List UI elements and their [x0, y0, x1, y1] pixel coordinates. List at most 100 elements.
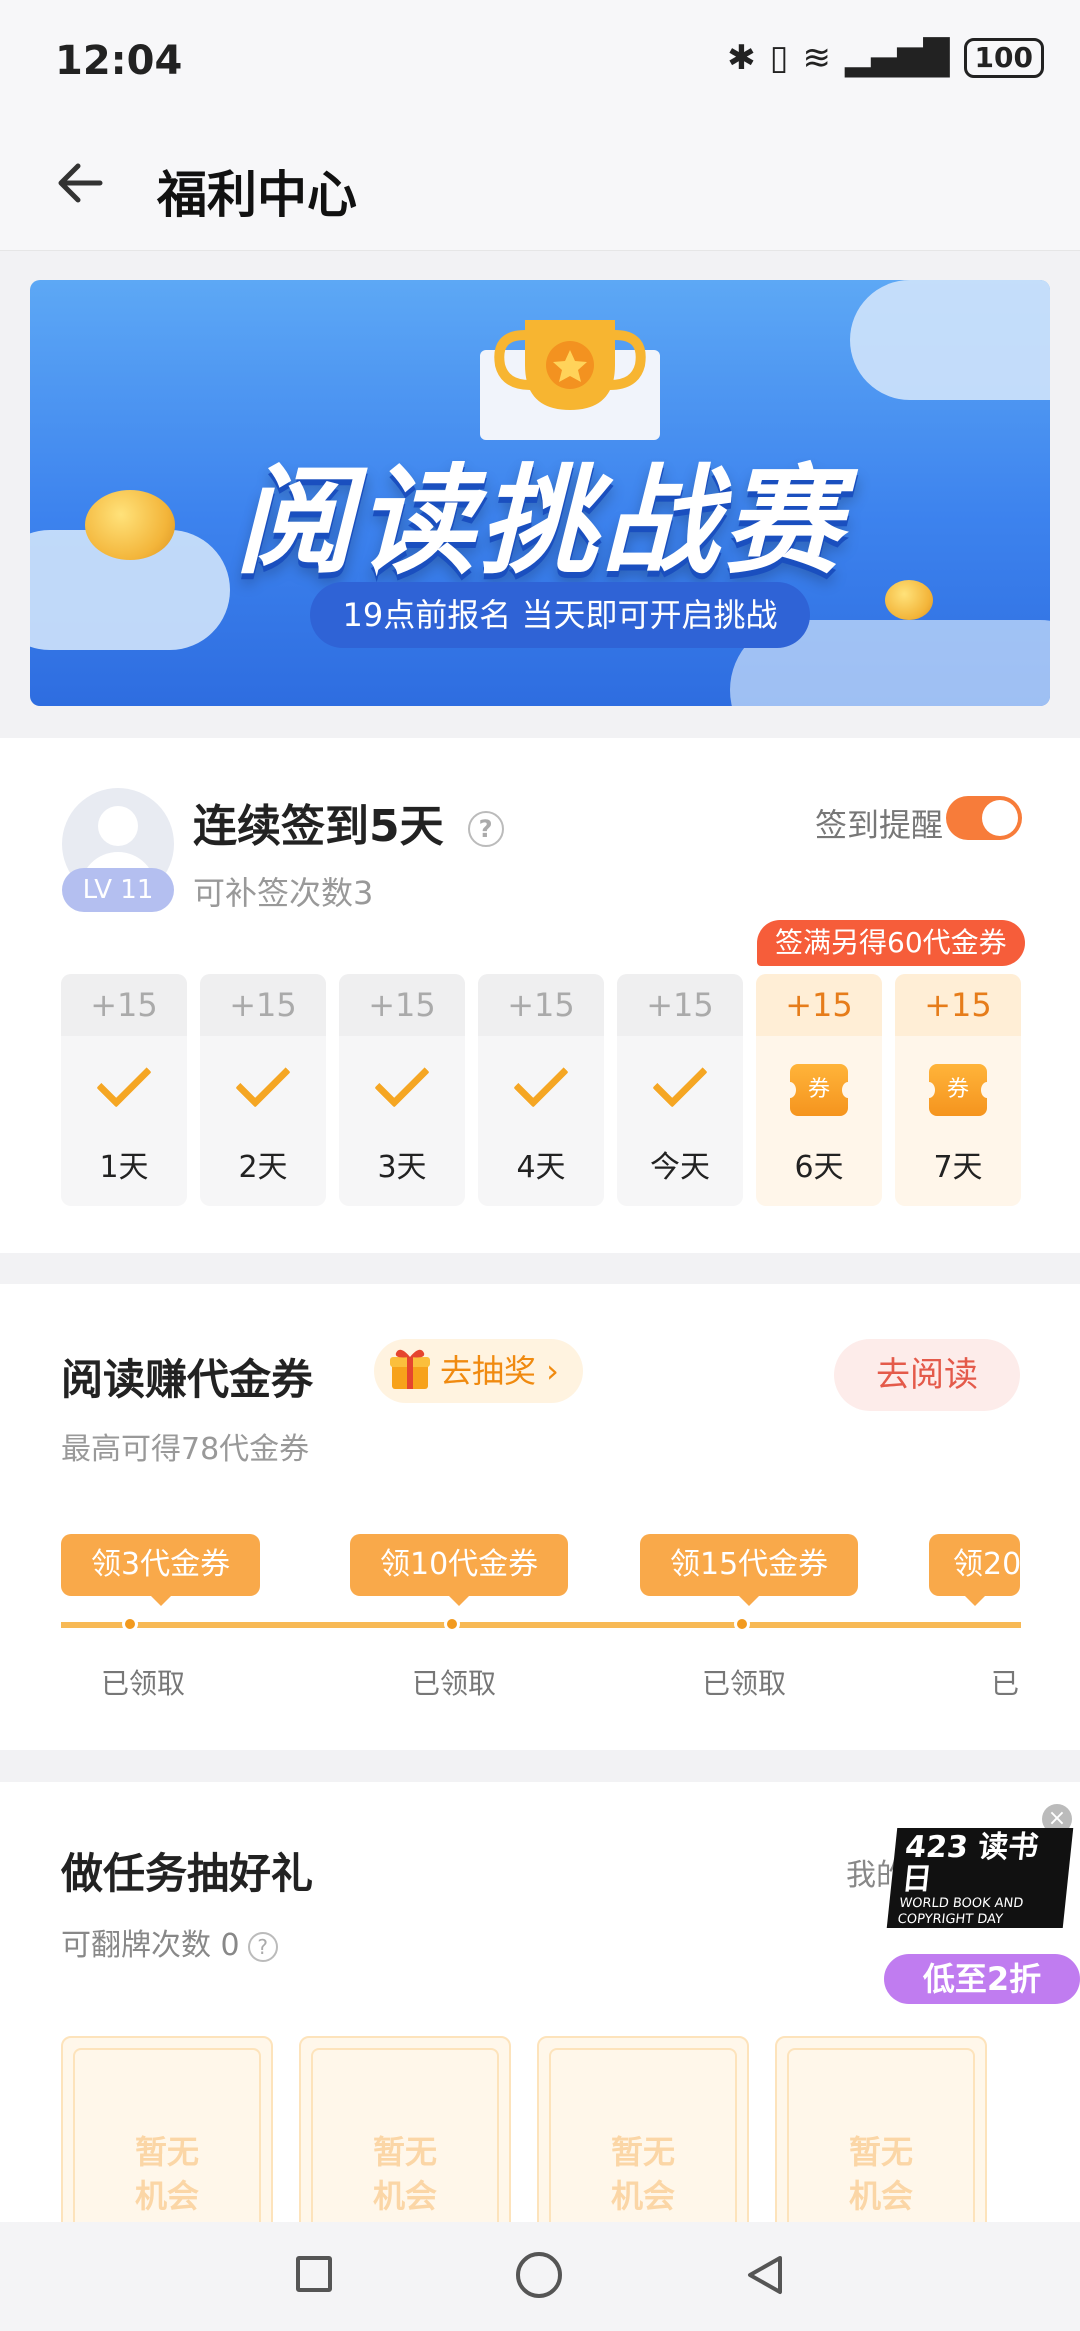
milestone-status: 已领取 — [412, 1667, 497, 1700]
check-icon — [652, 1052, 708, 1108]
promo-english: WORLD BOOK AND COPYRIGHT DAY — [896, 1896, 1025, 1927]
bluetooth-icon: ✱ — [727, 38, 756, 78]
signal-icon: ▂▄▆█ — [844, 38, 950, 78]
day-points: +15 — [61, 974, 187, 1036]
day-points: +15 — [895, 974, 1021, 1036]
flip-card-line: 机会 — [134, 2177, 199, 2215]
signin-title: 连续签到5天? — [193, 790, 504, 854]
flip-card-line: 暂无 — [848, 2133, 913, 2171]
check-icon — [513, 1052, 569, 1108]
milestone-tag: 领15代金券 — [640, 1534, 859, 1606]
flip-card-line: 暂无 — [610, 2133, 675, 2171]
gift-icon — [390, 1349, 430, 1389]
day-label: 今天 — [650, 1150, 710, 1185]
status-icons: ✱ ▯ ≋ ▂▄▆█ 100 — [727, 38, 1044, 78]
reading-card: 阅读赚代金券 去抽奖 › 去阅读 最高可得78代金券 领3代金券 已领取 领10… — [0, 1284, 1080, 1750]
milestone[interactable]: 领20 已 — [929, 1534, 1020, 1744]
help-icon[interactable]: ? — [247, 1931, 278, 1962]
coupon-ticket-icon: 券 — [784, 1064, 854, 1116]
book-day-promo[interactable]: × 423 读书日 WORLD BOOK AND COPYRIGHT DAY 低… — [884, 1804, 1080, 2004]
cloud-decoration — [850, 280, 1050, 400]
check-icon — [96, 1052, 152, 1108]
flip-count-text: 可翻牌次数 0 — [61, 1928, 240, 1963]
recents-icon[interactable] — [296, 2256, 332, 2292]
makeup-count: 可补签次数3 — [193, 874, 374, 912]
flip-card[interactable]: 暂无 机会 — [775, 2036, 987, 2226]
signin-day[interactable]: +15 4天 — [478, 974, 604, 1206]
home-icon[interactable] — [516, 2252, 562, 2298]
check-icon — [374, 1052, 430, 1108]
reading-title: 阅读赚代金券 — [61, 1355, 314, 1404]
reading-subtitle: 最高可得78代金券 — [61, 1432, 310, 1467]
flip-card-line: 暂无 — [134, 2133, 199, 2171]
signin-day[interactable]: +15 3天 — [339, 974, 465, 1206]
nav-back-icon[interactable] — [742, 2252, 788, 2298]
day-label: 4天 — [516, 1150, 566, 1185]
flip-card[interactable]: 暂无 机会 — [61, 2036, 273, 2226]
milestone[interactable]: 领15代金券 已领取 — [640, 1534, 859, 1700]
milestone[interactable]: 领3代金券 已领取 — [61, 1534, 261, 1700]
coupon-ticket-icon: 券 — [923, 1064, 993, 1116]
flip-card[interactable]: 暂无 机会 — [537, 2036, 749, 2226]
battery-indicator: 100 — [963, 38, 1044, 78]
milestone-tag: 领20 — [929, 1534, 1020, 1606]
go-read-button[interactable]: 去阅读 — [834, 1339, 1020, 1411]
reminder-toggle[interactable] — [946, 796, 1022, 840]
signin-card: LV 11 连续签到5天? 可补签次数3 签到提醒 签满另得60代金券 +15 … — [0, 738, 1080, 1253]
wifi-icon: ≋ — [802, 38, 831, 78]
milestone-status: 已领取 — [101, 1667, 186, 1700]
signin-day[interactable]: +15 券 7天 — [895, 974, 1021, 1206]
day-label: 2天 — [238, 1150, 288, 1185]
milestone-tag: 领10代金券 — [350, 1534, 569, 1606]
status-bar: 12:04 ✱ ▯ ≋ ▂▄▆█ 100 — [0, 0, 1080, 125]
milestone-status: 已 — [991, 1667, 1020, 1700]
signin-day[interactable]: +15 券 6天 — [756, 974, 882, 1206]
bonus-tag: 签满另得60代金券 — [757, 920, 1025, 966]
banner-subtitle: 19点前报名 当天即可开启挑战 — [310, 582, 810, 648]
promo-number: 423 — [903, 1830, 970, 1865]
back-arrow-icon[interactable] — [52, 153, 112, 213]
lottery-label: 去抽奖 › — [440, 1352, 559, 1390]
flip-card[interactable]: 暂无 机会 — [299, 2036, 511, 2226]
help-icon[interactable]: ? — [467, 811, 504, 847]
day-label: 3天 — [377, 1150, 427, 1185]
signin-day[interactable]: +15 今天 — [617, 974, 743, 1206]
milestone[interactable]: 领10代金券 已领取 — [350, 1534, 569, 1700]
day-label: 7天 — [933, 1150, 983, 1185]
flip-cards: 暂无机会 暂无机会 暂无机会 暂无机会 — [61, 2036, 987, 2226]
flip-card-line: 机会 — [848, 2177, 913, 2215]
day-points: +15 — [339, 974, 465, 1036]
milestone-tag: 领3代金券 — [61, 1534, 261, 1606]
promo-badge: 423 读书日 WORLD BOOK AND COPYRIGHT DAY — [886, 1828, 1074, 1928]
page-title: 福利中心 — [157, 166, 357, 224]
challenge-banner[interactable]: 阅读挑战赛 19点前报名 当天即可开启挑战 — [30, 280, 1050, 706]
day-points: +15 — [478, 974, 604, 1036]
check-icon — [235, 1052, 291, 1108]
signin-title-text: 连续签到5天 — [193, 801, 444, 852]
flip-count: 可翻牌次数 0? — [61, 1920, 278, 1964]
day-points: +15 — [200, 974, 326, 1036]
day-points: +15 — [617, 974, 743, 1036]
task-card: 做任务抽好礼 可翻牌次数 0? 我的 × 423 读书日 WORLD BOOK … — [0, 1782, 1080, 2226]
progress-track — [61, 1622, 1021, 1628]
milestone-dot — [444, 1616, 460, 1632]
day-points: +15 — [756, 974, 882, 1036]
flip-card-line: 机会 — [372, 2177, 437, 2215]
banner-title: 阅读挑战赛 — [234, 452, 845, 590]
milestone-status: 已领取 — [702, 1667, 787, 1700]
milestone-dot — [734, 1616, 750, 1632]
signin-day[interactable]: +15 1天 — [61, 974, 187, 1206]
flip-card-line: 机会 — [610, 2177, 675, 2215]
remind-label: 签到提醒 — [815, 806, 944, 844]
app-bar: 福利中心 — [0, 125, 1080, 251]
promo-deal: 低至2折 — [884, 1954, 1080, 2004]
flip-card-line: 暂无 — [372, 2133, 437, 2171]
milestone-dot — [122, 1616, 138, 1632]
signin-day[interactable]: +15 2天 — [200, 974, 326, 1206]
signin-days: +15 1天 +15 2天 +15 3天 +15 4天 +15 今天 +15 券… — [61, 974, 1021, 1206]
day-label: 6天 — [794, 1150, 844, 1185]
day-label: 1天 — [99, 1150, 149, 1185]
system-nav-bar — [0, 2222, 1080, 2331]
vibrate-icon: ▯ — [769, 38, 789, 78]
lottery-button[interactable]: 去抽奖 › — [374, 1339, 583, 1403]
